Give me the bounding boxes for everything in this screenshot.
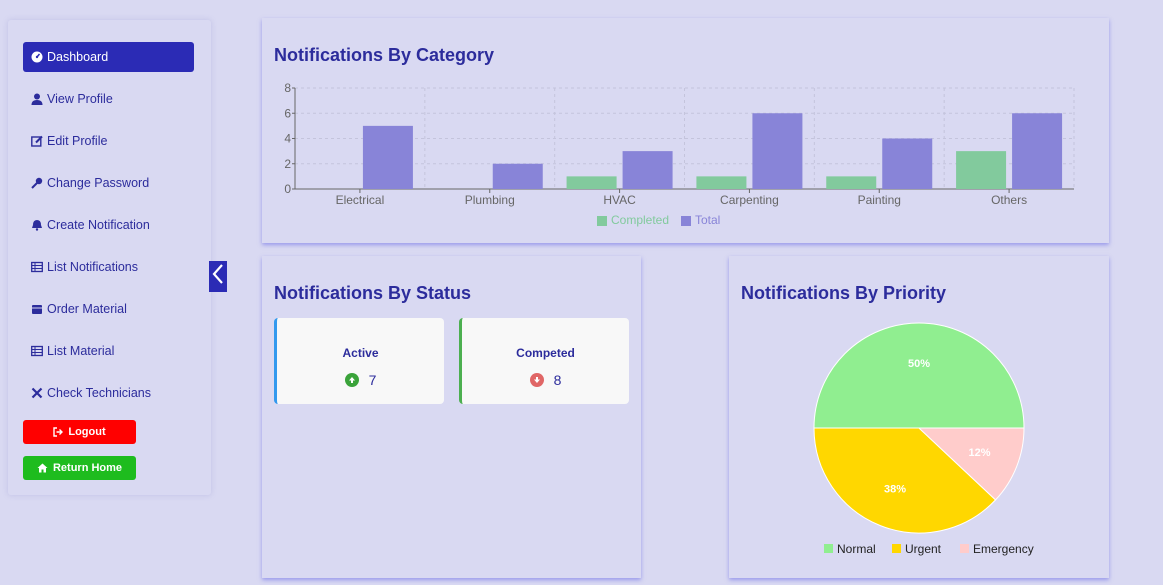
priority-card: Notifications By Priority 50% 38% 12% Norma… [729,256,1109,578]
sidebar-item-order-material[interactable]: Order Material [23,294,194,324]
legend-swatch-normal [824,544,833,553]
return-home-button[interactable]: Return Home [23,456,136,480]
category-card: Notifications By Category 0 2 4 6 8 Electrica… [262,18,1109,243]
logout-label: Logout [68,426,106,438]
logout-button[interactable]: Logout [23,420,136,444]
sidebar-item-label: Check Technicians [47,386,151,400]
sidebar-item-label: Create Notification [47,218,150,232]
legend-label-urgent: Urgent [905,542,942,556]
bell-icon [31,219,43,231]
chevron-left-icon [212,263,224,290]
active-label: Active [342,346,379,360]
pie-slice-normal [813,322,1025,429]
tools-icon [31,387,43,399]
sidebar-item-label: Change Password [47,176,150,190]
completed-value: 8 [553,372,562,388]
y-tick-label: 8 [284,81,291,95]
user-icon [31,93,43,105]
key-icon [31,177,43,189]
sidebar-item-change-password[interactable]: Change Password [23,168,194,198]
x-tick-label: Painting [858,193,901,207]
completed-stat-card: Competed 8 [459,318,629,404]
status-card: Notifications By Status Active 7 Compete… [262,256,641,578]
legend-swatch-emergency [960,544,969,553]
pie-value-label: 12% [969,447,991,459]
list-icon [31,261,43,273]
sidebar-item-label: Edit Profile [47,134,108,148]
bar-total [752,113,803,189]
sidebar: Dashboard View Profile Edit Profile Chan… [8,20,211,495]
bar-total [1012,113,1063,189]
sidebar-item-view-profile[interactable]: View Profile [23,84,194,114]
legend-label-emergency: Emergency [973,542,1034,556]
y-tick-label: 2 [284,157,291,171]
sidebar-item-dashboard[interactable]: Dashboard [23,42,194,72]
legend-swatch-total [681,216,691,226]
sidebar-item-edit-profile[interactable]: Edit Profile [23,126,194,156]
active-stat-card: Active 7 [274,318,444,404]
x-tick-label: Carpenting [720,193,779,207]
bar-completed [826,176,877,189]
sidebar-item-check-technicians[interactable]: Check Technicians [23,378,194,408]
sidebar-collapse-button[interactable] [209,261,227,292]
x-tick-label: HVAC [603,193,636,207]
x-tick-label: Electrical [336,193,385,207]
bar-total [492,163,543,189]
arrow-down-circle-icon [529,373,544,387]
sidebar-item-label: Dashboard [47,50,109,64]
bar-completed [696,176,747,189]
home-icon [37,463,48,473]
arrow-up-circle-icon [344,373,359,387]
legend-label-completed: Completed [611,213,669,227]
sign-out-icon [53,427,64,437]
dashboard-icon [31,51,43,63]
bar-completed [956,151,1007,189]
y-tick-label: 4 [284,132,291,146]
legend-swatch-urgent [892,544,901,553]
y-tick-label: 0 [284,182,291,196]
sidebar-item-label: List Material [47,344,115,358]
sidebar-item-label: Order Material [47,302,127,316]
sidebar-item-list-notifications[interactable]: List Notifications [23,252,194,282]
pie-value-label: 38% [884,484,906,496]
edit-icon [31,135,43,147]
x-tick-label: Plumbing [465,193,515,207]
sidebar-item-list-material[interactable]: List Material [23,336,194,366]
legend-label-normal: Normal [837,542,876,556]
sidebar-item-label: List Notifications [47,260,139,274]
bar-total [362,125,413,189]
status-card-title: Notifications By Status [274,283,472,303]
bar-total [622,151,673,189]
sidebar-item-label: View Profile [47,92,113,106]
x-tick-label: Others [991,193,1027,207]
active-value: 7 [368,372,377,388]
list-icon [31,345,43,357]
y-tick-label: 6 [284,106,291,120]
bar-total [882,138,933,189]
completed-label: Competed [516,346,575,360]
bar-completed [566,176,617,189]
sidebar-item-create-notification[interactable]: Create Notification [23,210,194,240]
legend-swatch-completed [597,216,607,226]
category-bar-chart: 0 2 4 6 8 Electrical Plumbing HVAC Carpenting Pai… [284,81,1075,227]
legend-label-total: Total [695,213,720,227]
pie-value-label: 50% [908,358,930,370]
priority-pie-chart: 50% 38% 12% Normal Urgent Emergency [813,322,1034,556]
return-home-label: Return Home [52,462,123,474]
box-icon [31,303,43,315]
